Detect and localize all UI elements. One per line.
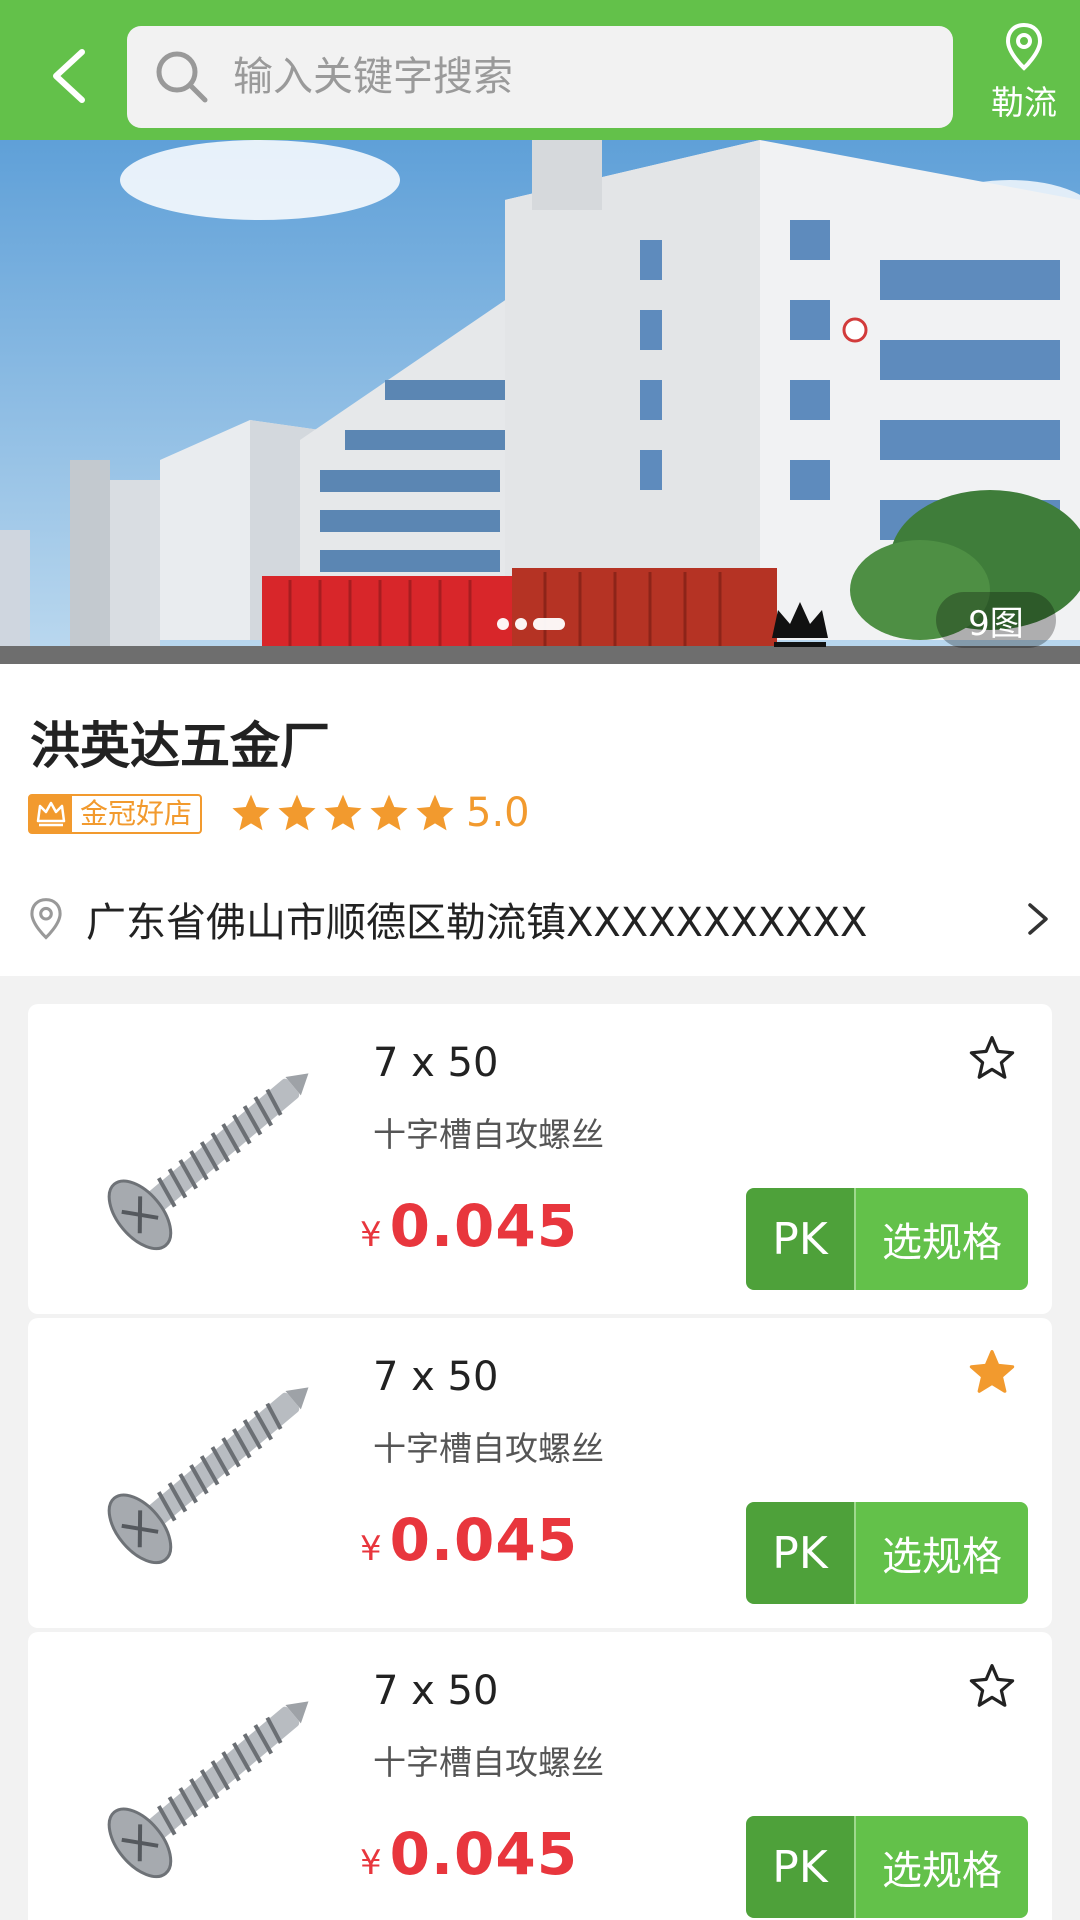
product-price: ¥ 0.045 <box>360 1506 578 1574</box>
product-subtitle: 十字槽自攻螺丝 <box>373 1429 604 1468</box>
shop-address-row[interactable]: 广东省佛山市顺德区勒流镇XXXXXXXXXXX <box>28 884 1052 954</box>
currency-symbol: ¥ <box>360 1843 382 1883</box>
carousel-indicator <box>497 618 565 630</box>
screw-image <box>107 1387 309 1565</box>
product-list: 7 x 50 十字槽自攻螺丝 ¥ 0.045 PK 选规格 7 x 50 十字槽… <box>28 1004 1052 1920</box>
product-title: 7 x 50 <box>373 1668 499 1714</box>
product-title: 7 x 50 <box>373 1040 499 1086</box>
shop-name: 洪英达五金厂 <box>30 717 330 775</box>
pk-button[interactable]: PK <box>746 1502 856 1604</box>
back-button[interactable] <box>36 36 100 116</box>
product-actions: PK 选规格 <box>746 1188 1028 1290</box>
shop-info-panel: 洪英达五金厂 金冠好店 5.0 广东省佛山市顺德区勒流镇XXXXXXXXXXX <box>0 664 1080 976</box>
carousel-dot-active[interactable] <box>533 618 565 630</box>
search-bar[interactable] <box>127 26 953 128</box>
shop-rating: 5.0 <box>230 790 530 836</box>
screw-image <box>107 1701 309 1879</box>
star-icon <box>324 794 362 831</box>
back-icon <box>53 49 85 103</box>
screw-image <box>107 1073 309 1251</box>
top-bar: 勒流 <box>0 0 1080 140</box>
shop-page: 勒流 <box>0 0 1080 1920</box>
factory-photo <box>0 140 1080 664</box>
location-pin-icon <box>1005 22 1043 71</box>
location-label: 勒流 <box>991 83 1057 122</box>
product-title: 7 x 50 <box>373 1354 499 1400</box>
select-spec-button[interactable]: 选规格 <box>856 1502 1028 1604</box>
product-price: ¥ 0.045 <box>360 1820 578 1888</box>
product-subtitle: 十字槽自攻螺丝 <box>373 1743 604 1782</box>
gold-crown-badge: 金冠好店 <box>28 794 203 834</box>
product-actions: PK 选规格 <box>746 1502 1028 1604</box>
star-icon <box>416 794 454 831</box>
product-card[interactable]: 7 x 50 十字槽自攻螺丝 ¥ 0.045 PK 选规格 <box>28 1318 1052 1628</box>
price-amount: 0.045 <box>389 1192 579 1260</box>
pk-button[interactable]: PK <box>746 1816 856 1918</box>
carousel-dot[interactable] <box>497 618 509 630</box>
product-card[interactable]: 7 x 50 十字槽自攻螺丝 ¥ 0.045 PK 选规格 <box>28 1004 1052 1314</box>
pk-button[interactable]: PK <box>746 1188 856 1290</box>
product-card[interactable]: 7 x 50 十字槽自攻螺丝 ¥ 0.045 PK 选规格 <box>28 1632 1052 1920</box>
product-actions: PK 选规格 <box>746 1816 1028 1918</box>
star-icon <box>232 794 270 831</box>
star-icon <box>278 794 316 831</box>
rating-score: 5.0 <box>466 790 530 836</box>
price-amount: 0.045 <box>389 1820 579 1888</box>
image-count-badge[interactable]: 9图 <box>936 592 1056 648</box>
product-subtitle: 十字槽自攻螺丝 <box>373 1115 604 1154</box>
search-icon <box>156 51 208 103</box>
star-outline-icon[interactable] <box>968 1034 1016 1082</box>
search-input[interactable] <box>233 54 883 100</box>
select-spec-button[interactable]: 选规格 <box>856 1188 1028 1290</box>
badge-label: 金冠好店 <box>80 797 193 830</box>
shop-address: 广东省佛山市顺德区勒流镇XXXXXXXXXXX <box>86 900 868 946</box>
star-icon <box>370 794 408 831</box>
location-pin-icon <box>30 898 62 940</box>
currency-symbol: ¥ <box>360 1215 382 1255</box>
crown-icon <box>30 796 72 832</box>
location-button[interactable]: 勒流 <box>976 22 1072 132</box>
product-price: ¥ 0.045 <box>360 1192 578 1260</box>
price-amount: 0.045 <box>389 1506 579 1574</box>
chevron-right-icon <box>1028 903 1048 935</box>
star-filled-icon[interactable] <box>968 1348 1016 1396</box>
star-outline-icon[interactable] <box>968 1662 1016 1710</box>
currency-symbol: ¥ <box>360 1529 382 1569</box>
shop-photo-banner[interactable]: 9图 <box>0 140 1080 664</box>
carousel-dot[interactable] <box>515 618 527 630</box>
select-spec-button[interactable]: 选规格 <box>856 1816 1028 1918</box>
